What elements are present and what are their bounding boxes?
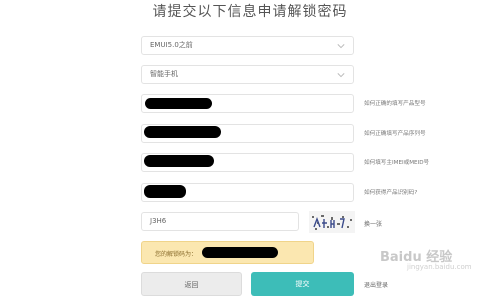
page-title: 请提交以下信息申请解锁密码 [152,4,348,20]
redacted-model [145,98,212,109]
redacted-imei [144,155,214,167]
watermark-url: jingyan.baidu.com [407,263,472,271]
serial-help-link[interactable]: 如何正确填写产品序列号 [364,129,426,137]
captcha-refresh-link[interactable]: 换一张 [364,219,382,228]
emui-version-value: EMUI5.0之前 [150,41,193,49]
product-type-value: 智能手机 [150,70,178,78]
logout-link[interactable]: 退出登录 [364,280,388,289]
redacted-serial [144,126,221,138]
code-help-link[interactable]: 如何获得产品识别码? [364,188,417,196]
model-help-link[interactable]: 如何正确的填写产品型号 [364,99,426,107]
back-button[interactable]: 返回 [141,272,242,296]
captcha-input[interactable]: J3H6 [141,212,299,231]
captcha-image [309,211,355,233]
unlock-code-result: 您的解锁码为： [141,241,314,264]
unlock-code-label: 您的解锁码为： [155,251,198,258]
chevron-down-icon [337,44,345,49]
emui-version-select[interactable]: EMUI5.0之前 [141,36,354,55]
chevron-down-icon [337,73,345,78]
redacted-unlock-code [202,247,278,258]
redacted-code [144,185,186,198]
product-type-select[interactable]: 智能手机 [141,65,354,84]
submit-button[interactable]: 提交 [251,272,354,296]
captcha-value: J3H6 [150,217,167,225]
imei-help-link[interactable]: 如何填写主IMEI或MEID号 [364,158,429,166]
